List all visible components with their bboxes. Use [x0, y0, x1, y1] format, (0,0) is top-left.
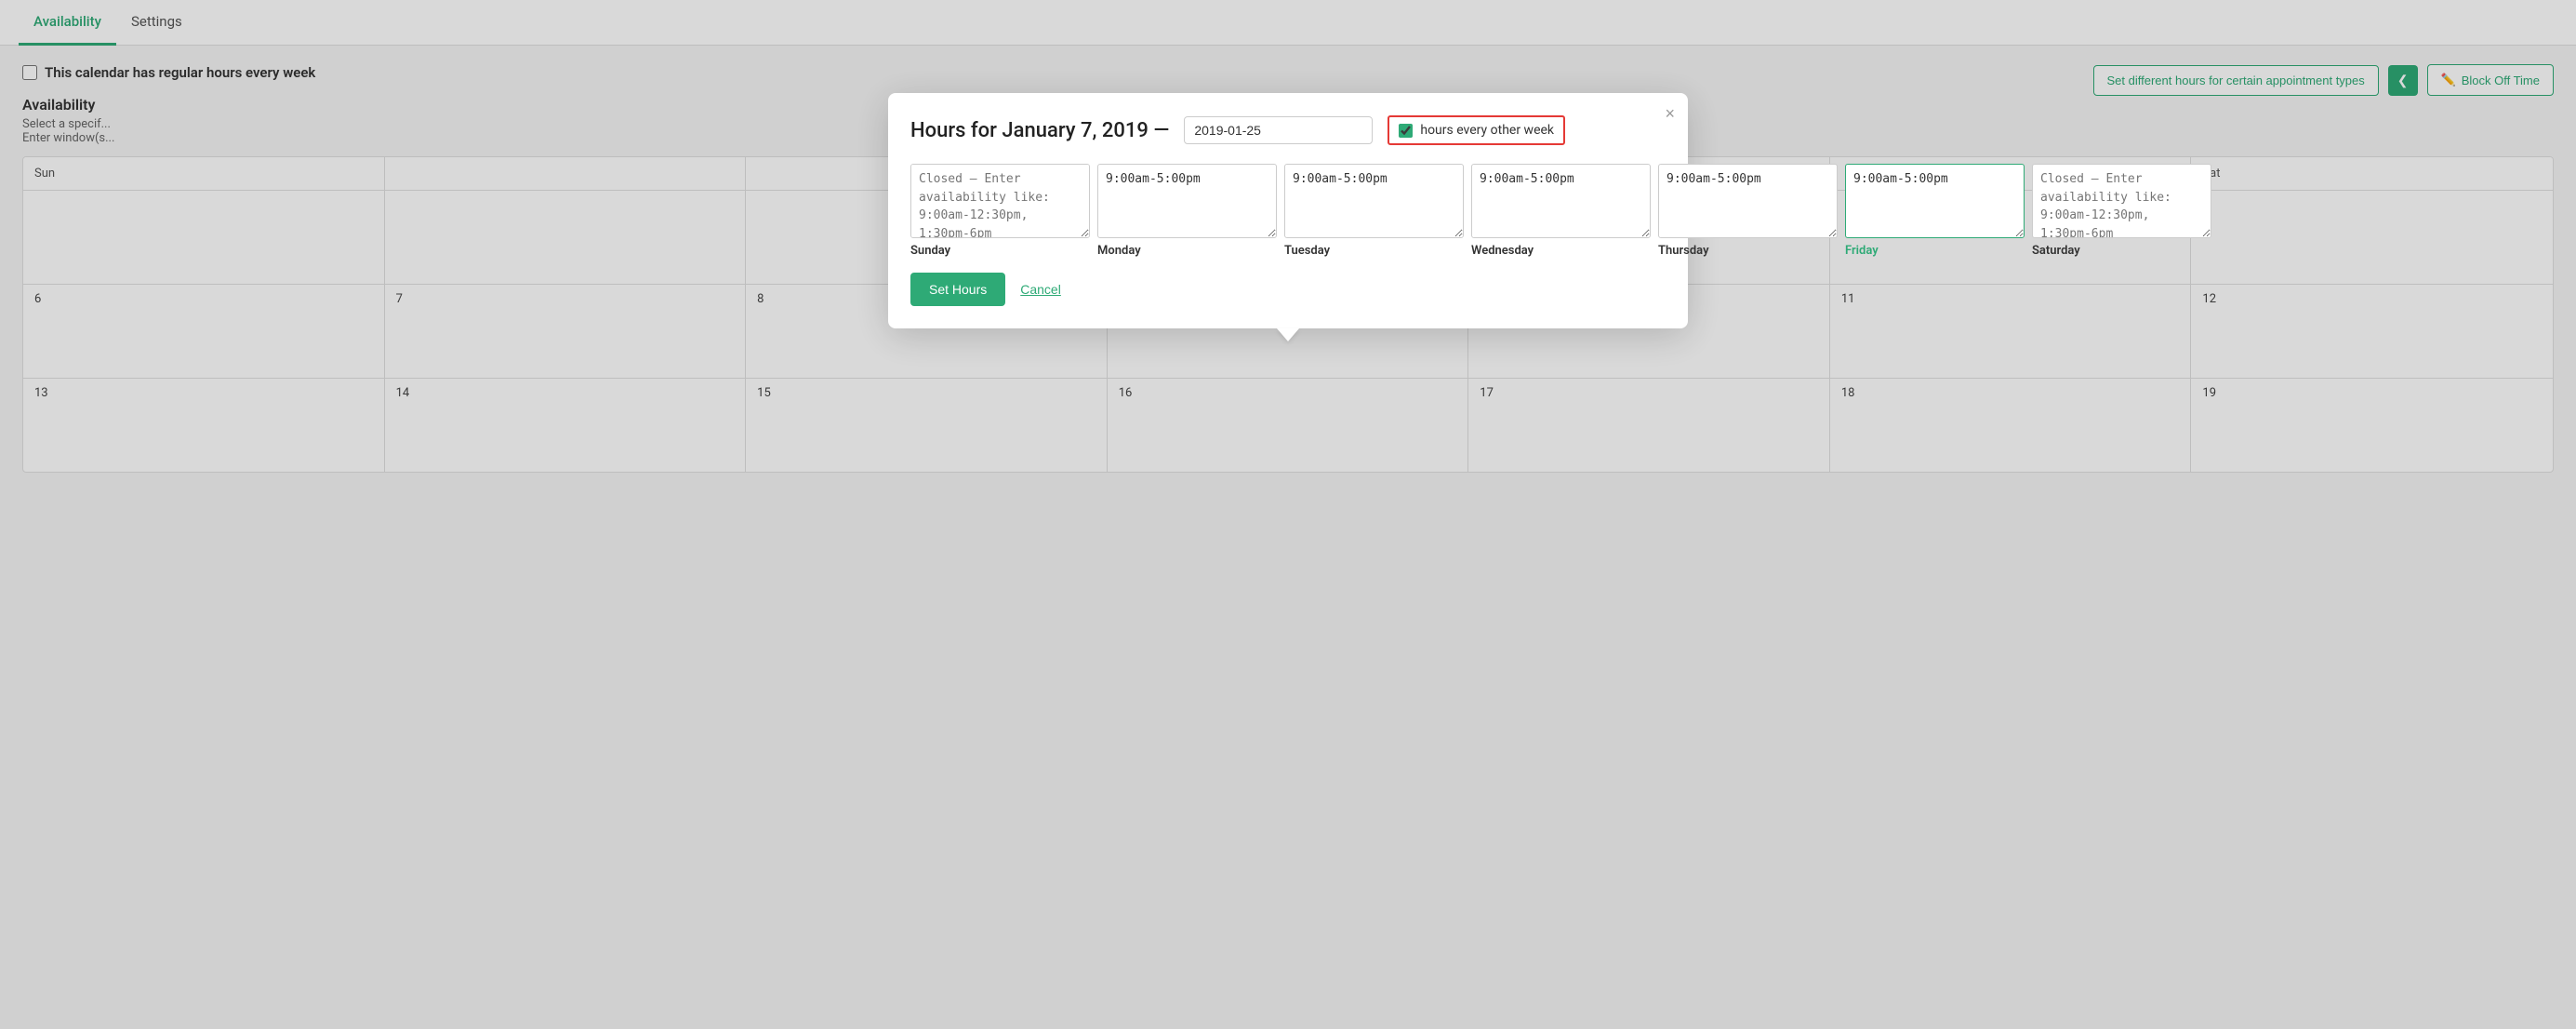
day-col-tuesday: 9:00am-5:00pm Tuesday — [1284, 164, 1464, 258]
hours-modal: × Hours for January 7, 2019 — hours ever… — [888, 93, 1688, 328]
day-col-wednesday: 9:00am-5:00pm Wednesday — [1471, 164, 1651, 258]
tuesday-label: Tuesday — [1284, 244, 1464, 258]
wednesday-textarea[interactable]: 9:00am-5:00pm — [1471, 164, 1651, 238]
thursday-label: Thursday — [1658, 244, 1838, 258]
tuesday-textarea[interactable]: 9:00am-5:00pm — [1284, 164, 1464, 238]
modal-arrow — [1277, 328, 1299, 341]
friday-textarea[interactable]: 9:00am-5:00pm — [1845, 164, 2025, 238]
day-col-monday: 9:00am-5:00pm Monday — [1097, 164, 1277, 258]
cancel-button[interactable]: Cancel — [1020, 282, 1061, 297]
day-col-thursday: 9:00am-5:00pm Thursday — [1658, 164, 1838, 258]
day-col-friday: 9:00am-5:00pm Friday — [1845, 164, 2025, 258]
modal-footer: Set Hours Cancel — [910, 273, 1666, 306]
modal-close-button[interactable]: × — [1665, 104, 1675, 124]
set-hours-button[interactable]: Set Hours — [910, 273, 1005, 306]
sunday-textarea[interactable] — [910, 164, 1090, 238]
friday-label: Friday — [1845, 244, 2025, 258]
day-col-sunday: Sunday — [910, 164, 1090, 258]
saturday-textarea[interactable] — [2032, 164, 2211, 238]
days-grid: Sunday 9:00am-5:00pm Monday 9:00am-5:00p… — [910, 164, 1666, 258]
other-week-checkbox-container: hours every other week — [1388, 115, 1565, 145]
modal-date-input[interactable] — [1184, 116, 1373, 144]
other-week-label: hours every other week — [1420, 123, 1554, 138]
main-content: This calendar has regular hours every we… — [0, 46, 2576, 491]
sunday-label: Sunday — [910, 244, 1090, 258]
thursday-textarea[interactable]: 9:00am-5:00pm — [1658, 164, 1838, 238]
day-col-saturday: Saturday — [2032, 164, 2211, 258]
saturday-label: Saturday — [2032, 244, 2211, 258]
monday-textarea[interactable]: 9:00am-5:00pm — [1097, 164, 1277, 238]
modal-overlay: × Hours for January 7, 2019 — hours ever… — [0, 0, 2576, 1029]
modal-title: Hours for January 7, 2019 — — [910, 119, 1169, 142]
wednesday-label: Wednesday — [1471, 244, 1651, 258]
other-week-checkbox[interactable] — [1399, 124, 1413, 138]
monday-label: Monday — [1097, 244, 1277, 258]
modal-header: Hours for January 7, 2019 — hours every … — [910, 115, 1666, 145]
